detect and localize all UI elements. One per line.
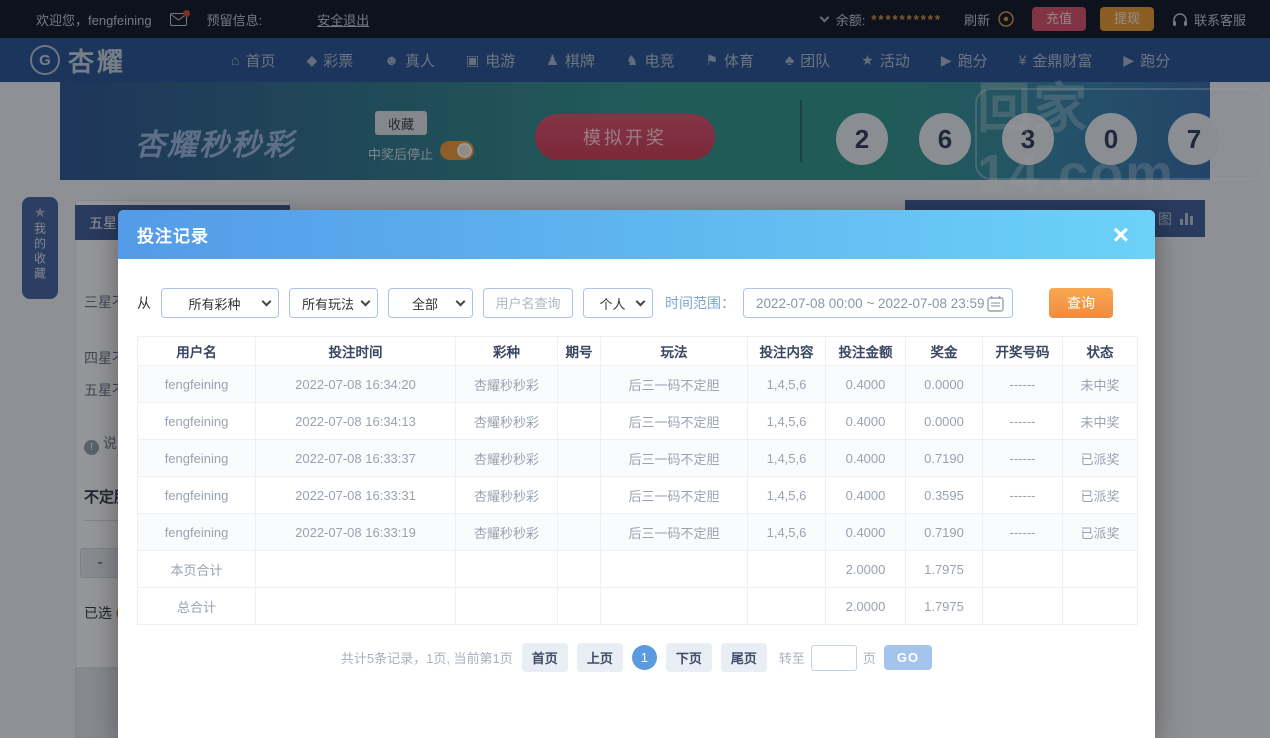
modal-title: 投注记录 <box>137 227 209 246</box>
bet-records-modal: 投注记录 × 从 所有彩种 所有玩法 全部 个人 时间范围： 2022-07-0… <box>118 210 1155 738</box>
date-range-input[interactable]: 2022-07-08 00:00 ~ 2022-07-08 23:59 <box>743 288 1013 318</box>
chevron-down-icon <box>635 296 646 307</box>
status-select[interactable]: 全部 <box>388 288 473 318</box>
table-row: fengfeining 2022-07-08 16:33:37 杏耀秒秒彩 后三一码… <box>137 439 1138 477</box>
status-badge: 未中奖 <box>1062 402 1138 440</box>
screen: 欢迎您，fengfeining 预留信息: 安全退出 余额: *********… <box>0 0 1270 738</box>
lottery-type-select[interactable]: 所有彩种 <box>161 288 279 318</box>
last-page-button[interactable]: 尾页 <box>720 643 767 672</box>
status-badge: 已派奖 <box>1062 439 1138 477</box>
next-page-button[interactable]: 下页 <box>665 643 712 672</box>
scope-select[interactable]: 个人 <box>583 288 653 318</box>
modal-header: 投注记录 × <box>118 210 1155 259</box>
chevron-down-icon <box>360 296 371 307</box>
bet-records-table: 用户名 投注时间 彩种 期号 玩法 投注内容 投注金额 奖金 开奖号码 状态 fengfei… <box>137 336 1138 625</box>
username-search-input[interactable] <box>483 288 573 318</box>
table-header-row: 用户名 投注时间 彩种 期号 玩法 投注内容 投注金额 奖金 开奖号码 状态 <box>137 336 1138 366</box>
status-badge: 已派奖 <box>1062 476 1138 514</box>
status-badge: 未中奖 <box>1062 365 1138 403</box>
page-unit-label: 页 <box>862 651 876 666</box>
pagination: 共计5条记录，1页, 当前第1页 首页 上页 1 下页 尾页 转至 页 GO <box>118 643 1155 672</box>
chevron-down-icon <box>455 296 466 307</box>
from-label: 从 <box>137 295 151 311</box>
goto-page-input[interactable] <box>810 644 857 671</box>
search-button[interactable]: 查询 <box>1049 288 1113 318</box>
current-page-badge: 1 <box>631 645 657 670</box>
table-row: fengfeining 2022-07-08 16:34:20 杏耀秒秒彩 后三一码… <box>137 365 1138 403</box>
grand-total-row: 总合计 2.0000 1.7975 <box>137 587 1138 625</box>
calendar-icon <box>987 295 1004 312</box>
page-total-row: 本页合计 2.0000 1.7975 <box>137 550 1138 588</box>
table-row: fengfeining 2022-07-08 16:34:13 杏耀秒秒彩 后三一码… <box>137 402 1138 440</box>
go-button[interactable]: GO <box>883 645 933 670</box>
time-range-label: 时间范围： <box>665 295 735 311</box>
goto-label: 转至 <box>778 651 805 666</box>
play-type-select[interactable]: 所有玩法 <box>289 288 378 318</box>
chevron-down-icon <box>261 296 272 307</box>
status-badge: 已派奖 <box>1062 513 1138 551</box>
close-icon[interactable]: × <box>1113 220 1129 249</box>
pagination-summary: 共计5条记录，1页, 当前第1页 <box>340 651 513 666</box>
first-page-button[interactable]: 首页 <box>521 643 568 672</box>
table-row: fengfeining 2022-07-08 16:33:31 杏耀秒秒彩 后三一码… <box>137 476 1138 514</box>
table-row: fengfeining 2022-07-08 16:33:19 杏耀秒秒彩 后三一码… <box>137 513 1138 551</box>
filter-bar: 从 所有彩种 所有玩法 全部 个人 时间范围： 2022-07-08 00:00… <box>137 288 1155 318</box>
prev-page-button[interactable]: 上页 <box>576 643 623 672</box>
